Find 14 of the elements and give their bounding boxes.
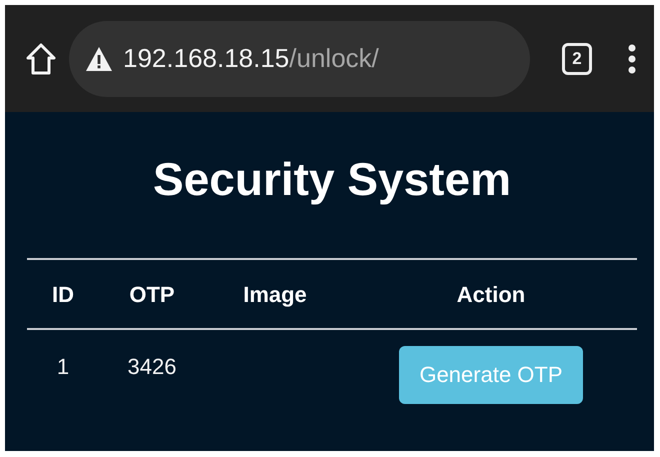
- column-header: Image: [205, 260, 345, 330]
- warning-icon: [85, 46, 113, 72]
- table-cell-text: 1: [56, 353, 70, 381]
- menu-icon[interactable]: [628, 44, 636, 74]
- url-path: /unlock/: [289, 43, 379, 73]
- column-header: ID: [27, 260, 99, 330]
- page-title: Security System: [153, 152, 511, 206]
- address-bar[interactable]: 192.168.18.15/unlock/: [69, 20, 530, 96]
- tab-count[interactable]: 2: [562, 42, 592, 74]
- url-host: 192.168.18.15: [123, 43, 290, 73]
- column-header: OTP: [99, 260, 205, 330]
- column-header: Action: [345, 260, 637, 330]
- home-icon[interactable]: [25, 42, 57, 76]
- table-cell-text: 3426: [126, 353, 178, 381]
